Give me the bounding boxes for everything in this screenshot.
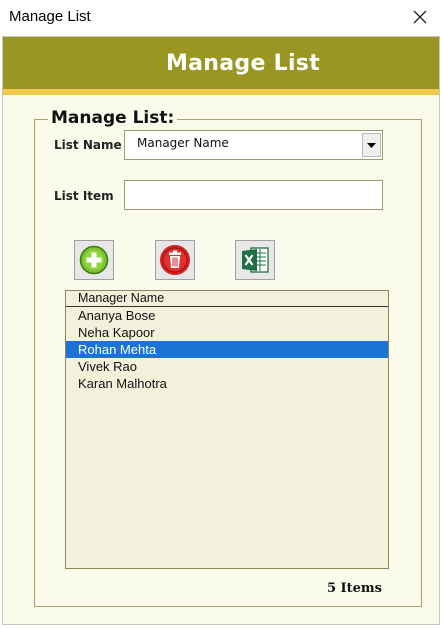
window-title: Manage List	[9, 8, 91, 25]
export-excel-button[interactable]	[235, 240, 275, 280]
add-circle-icon	[79, 245, 109, 275]
manager-listbox[interactable]: Manager Name Ananya Bose Neha Kapoor Roh…	[65, 290, 389, 569]
excel-icon	[242, 247, 269, 273]
banner-title: Manage List	[165, 50, 321, 76]
list-item-label: List Item	[54, 189, 114, 203]
list-name-dropdown[interactable]: Manager Name	[124, 130, 383, 160]
list-item[interactable]: Neha Kapoor	[66, 324, 388, 341]
item-count: 5 Items	[326, 581, 382, 596]
dropdown-arrow-button[interactable]	[362, 133, 381, 157]
close-icon	[413, 10, 427, 24]
title-bar: Manage List	[0, 0, 443, 34]
list-name-label: List Name	[54, 138, 122, 152]
delete-item-button[interactable]	[155, 240, 195, 280]
list-item[interactable]: Vivek Rao	[66, 358, 388, 375]
banner-stripe	[3, 89, 439, 95]
group-legend: Manage List:	[48, 108, 178, 128]
list-item-input[interactable]	[124, 180, 383, 210]
banner: Manage List	[3, 37, 439, 89]
list-item[interactable]: Ananya Bose	[66, 307, 388, 324]
list-item-selected[interactable]: Rohan Mehta	[66, 341, 388, 358]
add-item-button[interactable]	[74, 240, 114, 280]
list-name-value: Manager Name	[137, 136, 229, 150]
chevron-down-icon	[367, 142, 376, 148]
list-column-header: Manager Name	[66, 291, 388, 307]
close-button[interactable]	[397, 0, 443, 34]
list-item[interactable]: Karan Malhotra	[66, 375, 388, 392]
dialog-body: Manage List Manage List: List Name Manag…	[2, 36, 440, 625]
trash-icon	[160, 245, 190, 275]
